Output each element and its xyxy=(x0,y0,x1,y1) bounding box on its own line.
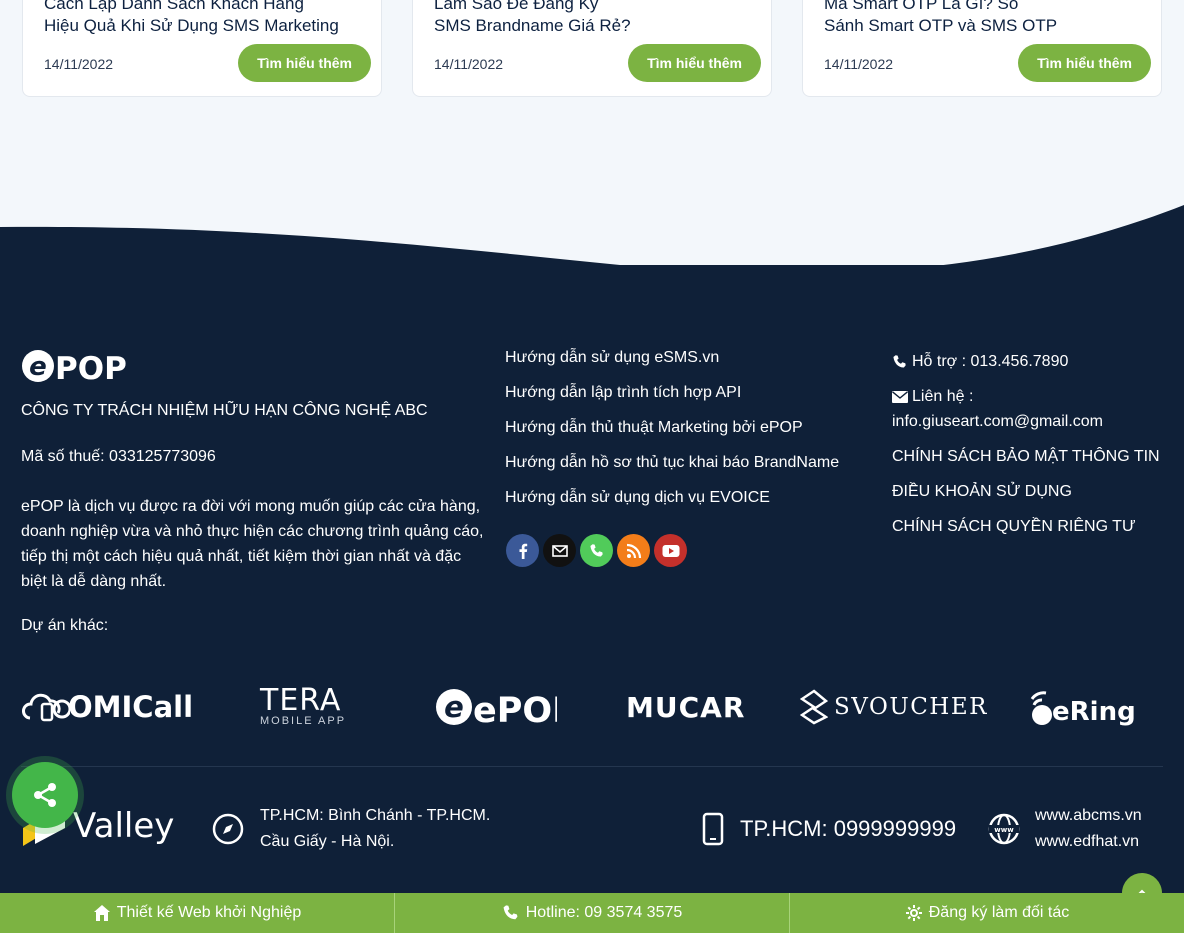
svg-text:e: e xyxy=(444,690,464,724)
article-card[interactable]: Mã Smart OTP Là Gì? So Sánh Smart OTP và … xyxy=(802,0,1162,97)
ering-logo[interactable]: eRing xyxy=(1028,676,1136,738)
article-cards: Cách Lập Danh Sách Khách Hàng Hiệu Quả Kh… xyxy=(0,0,1184,120)
read-more-button[interactable]: Tìm hiểu thêm xyxy=(628,44,761,82)
support-text[interactable]: Hỗ trợ : 013.456.7890 xyxy=(912,349,1068,374)
support-line: Hỗ trợ : 013.456.7890 xyxy=(892,349,1182,374)
website-link[interactable]: www.abcms.vn xyxy=(1035,803,1142,829)
phone-icon xyxy=(893,354,906,368)
article-date: 14/11/2022 xyxy=(824,56,894,72)
other-projects-label: Dự án khác: xyxy=(21,617,109,634)
svg-text:www: www xyxy=(994,826,1014,834)
article-card[interactable]: Làm Sao Để Đăng Ký SMS Brandname Giá Rẻ? … xyxy=(412,0,772,97)
guide-links: Hướng dẫn sử dụng eSMS.vn Hướng dẫn lập … xyxy=(505,349,839,524)
compass-icon xyxy=(212,813,244,845)
tera-logo[interactable]: TERA MOBILE APP xyxy=(260,676,346,738)
guide-link[interactable]: Hướng dẫn sử dụng eSMS.vn xyxy=(505,349,839,384)
article-date: 14/11/2022 xyxy=(44,56,114,72)
website-block: www www.abcms.vn www.edfhat.vn xyxy=(987,803,1142,855)
gear-icon xyxy=(905,905,922,921)
website-link[interactable]: www.edfhat.vn xyxy=(1035,829,1142,855)
guide-link[interactable]: Hướng dẫn sử dụng dịch vụ EVOICE xyxy=(505,489,839,524)
share-icon xyxy=(34,783,56,807)
youtube-icon[interactable] xyxy=(654,534,687,567)
contact-column: Hỗ trợ : 013.456.7890 Liên hệ : info.giu… xyxy=(892,349,1182,539)
email-icon[interactable] xyxy=(543,534,576,567)
rss-icon[interactable] xyxy=(617,534,650,567)
article-card[interactable]: Cách Lập Danh Sách Khách Hàng Hiệu Quả Kh… xyxy=(22,0,382,97)
home-icon xyxy=(93,905,110,921)
facebook-icon[interactable] xyxy=(506,534,539,567)
contact-label: Liên hệ : xyxy=(912,388,974,405)
svg-text:ePOP: ePOP xyxy=(473,691,557,727)
article-date: 14/11/2022 xyxy=(434,56,504,72)
read-more-button[interactable]: Tìm hiểu thêm xyxy=(1018,44,1151,82)
partner-register-link[interactable]: Đăng ký làm đối tác xyxy=(790,893,1184,933)
company-name: CÔNG TY TRÁCH NHIỆM HỮU HẠN CÔNG NGHỆ AB… xyxy=(21,402,428,419)
hotline-link[interactable]: Hotline: 09 3574 3575 xyxy=(395,893,790,933)
epop-logo[interactable]: e POP xyxy=(21,348,131,387)
guide-link[interactable]: Hướng dẫn lập trình tích hợp API xyxy=(505,384,839,419)
envelope-icon xyxy=(892,390,908,403)
phone-number[interactable]: TP.HCM: 0999999999 xyxy=(740,816,956,842)
globe-icon: www xyxy=(988,813,1020,845)
guide-link[interactable]: Hướng dẫn hồ sơ thủ tục khai báo BrandNa… xyxy=(505,454,839,489)
contact-line: Liên hệ : xyxy=(892,384,1182,409)
guide-link[interactable]: Hướng dẫn thủ thuật Marketing bởi ePOP xyxy=(505,419,839,454)
bottom-action-bar: Thiết kế Web khởi Nghiệp Hotline: 09 357… xyxy=(0,893,1184,933)
phone-block: TP.HCM: 0999999999 xyxy=(702,812,956,846)
article-title[interactable]: Cách Lập Danh Sách Khách Hàng Hiệu Quả Kh… xyxy=(44,0,364,37)
address-line: Cầu Giấy - Hà Nội. xyxy=(260,833,395,850)
article-title[interactable]: Mã Smart OTP Là Gì? So Sánh Smart OTP và … xyxy=(824,0,1144,37)
epop-partner-logo[interactable]: e ePOP xyxy=(435,676,557,738)
company-description: ePOP là dịch vụ được ra đời với mong muố… xyxy=(21,498,484,590)
policy-link[interactable]: CHÍNH SÁCH QUYỀN RIÊNG TƯ xyxy=(892,514,1182,539)
mucar-logo[interactable]: MUCAR xyxy=(626,676,745,738)
social-icons xyxy=(506,534,687,567)
policy-link[interactable]: CHÍNH SÁCH BẢO MẬT THÔNG TIN xyxy=(892,444,1182,469)
omicall-logo[interactable]: OMICall xyxy=(22,676,193,738)
startup-web-design-link[interactable]: Thiết kế Web khởi Nghiệp xyxy=(0,893,395,933)
phone-icon xyxy=(503,905,518,920)
svg-text:POP: POP xyxy=(55,351,127,384)
partner-logos: OMICall TERA MOBILE APP e ePOP MUCAR SVO… xyxy=(0,676,1184,738)
article-title[interactable]: Làm Sao Để Đăng Ký SMS Brandname Giá Rẻ? xyxy=(434,0,754,37)
address-line: TP.HCM: Bình Chánh - TP.HCM. xyxy=(260,807,491,824)
svg-text:e: e xyxy=(29,352,47,382)
read-more-button[interactable]: Tìm hiểu thêm xyxy=(238,44,371,82)
policy-link[interactable]: ĐIỀU KHOẢN SỬ DỤNG xyxy=(892,479,1182,504)
address-block: TP.HCM: Bình Chánh - TP.HCM. Cầu Giấy - … xyxy=(212,803,490,855)
contact-email[interactable]: info.giuseart.com@gmail.com xyxy=(892,409,1182,434)
footer-divider xyxy=(21,766,1163,767)
phone-icon[interactable] xyxy=(580,534,613,567)
mobile-icon xyxy=(702,812,724,846)
share-button[interactable] xyxy=(12,762,78,828)
tax-code: Mã số thuế: 033125773096 xyxy=(21,448,216,465)
svoucher-logo[interactable]: SVOUCHER xyxy=(800,676,988,738)
